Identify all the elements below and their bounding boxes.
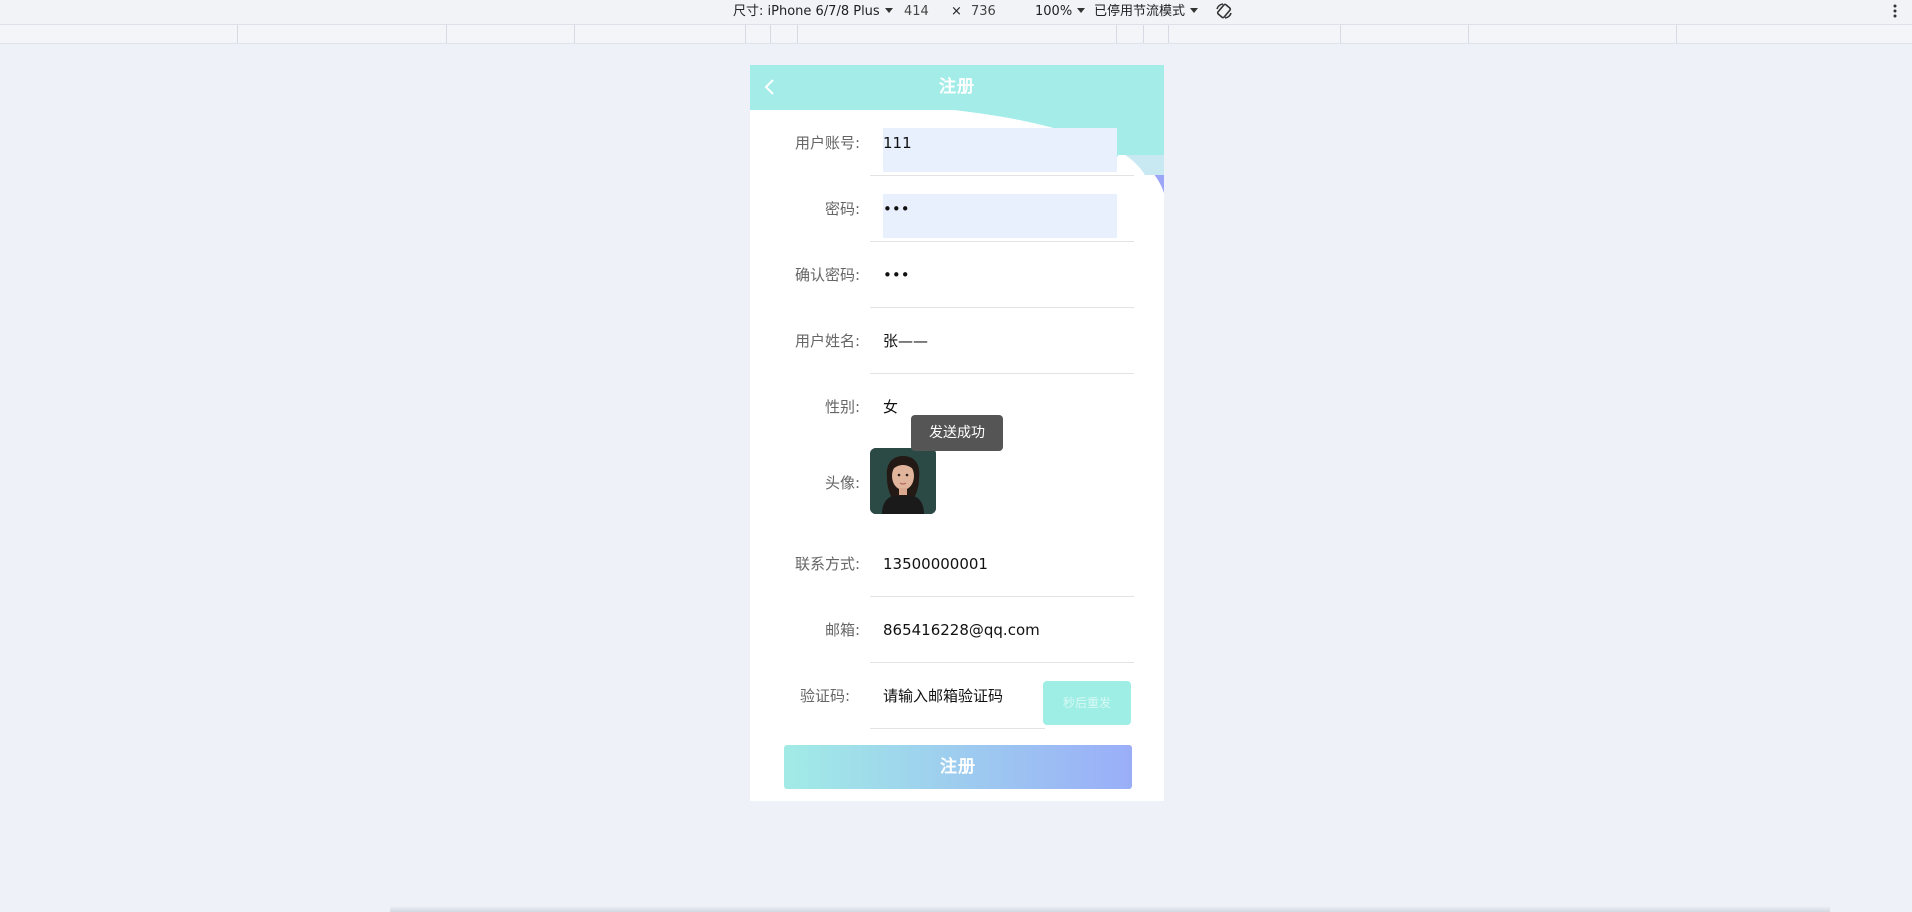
contact-input[interactable]: 13500000001: [870, 531, 1134, 597]
form-row-avatar: 头像:: [750, 440, 1164, 526]
avatar-image: [870, 448, 936, 514]
name-label: 用户姓名:: [794, 332, 860, 350]
phone-screen: 注册 用户账号: 111 密码: ••• 确认密码: ••• 用户姓名: 张——…: [750, 65, 1164, 801]
more-options-icon[interactable]: [1892, 2, 1898, 20]
device-height-input[interactable]: 736: [971, 3, 996, 21]
rotate-icon[interactable]: [1214, 1, 1234, 21]
account-value: 111: [883, 134, 912, 152]
contact-value: 13500000001: [883, 555, 988, 573]
form-row-email: 邮箱: 865416228@qq.com: [750, 597, 1164, 663]
account-input[interactable]: 111: [870, 110, 1134, 176]
password-label: 密码:: [824, 200, 860, 218]
device-width-input[interactable]: 414: [904, 3, 929, 21]
throttle-select[interactable]: 已停用节流模式: [1094, 3, 1199, 21]
dimension-times: ×: [951, 4, 962, 19]
device-size-label: 尺寸: iPhone 6/7/8 Plus: [733, 4, 880, 19]
code-placeholder: 请输入邮箱验证码: [883, 687, 1004, 705]
password-input[interactable]: •••: [870, 176, 1134, 242]
toast-message: 发送成功: [911, 415, 1003, 451]
autofill-background: [883, 128, 1117, 172]
gender-label: 性别:: [824, 398, 860, 416]
page-title: 注册: [939, 77, 975, 97]
media-query-ruler[interactable]: [0, 25, 1912, 44]
name-value: 张——: [883, 332, 929, 350]
autofill-background: [883, 194, 1117, 238]
resend-code-button[interactable]: 秒后重发: [1043, 681, 1131, 725]
devtools-device-toolbar: 尺寸: iPhone 6/7/8 Plus 414 × 736 100% 已停用…: [0, 0, 1912, 25]
email-label: 邮箱:: [824, 621, 860, 639]
email-input[interactable]: 865416228@qq.com: [870, 597, 1134, 663]
confirm-password-input[interactable]: •••: [870, 242, 1134, 308]
throttle-label: 已停用节流模式: [1094, 4, 1186, 19]
dropdown-caret-icon: [884, 8, 893, 13]
confirm-password-label: 确认密码:: [794, 266, 860, 284]
zoom-select[interactable]: 100%: [1035, 3, 1086, 21]
gender-value: 女: [883, 398, 899, 416]
zoom-label: 100%: [1035, 4, 1073, 19]
code-input[interactable]: 请输入邮箱验证码: [870, 663, 1045, 729]
contact-label: 联系方式:: [794, 555, 860, 573]
confirm-password-value: •••: [883, 266, 910, 284]
email-value: 865416228@qq.com: [883, 621, 1040, 639]
form-row-password: 密码: •••: [750, 176, 1164, 242]
code-label: 验证码:: [799, 687, 850, 705]
form-row-code: 验证码: 请输入邮箱验证码 秒后重发: [750, 663, 1164, 729]
device-select[interactable]: 尺寸: iPhone 6/7/8 Plus: [733, 3, 893, 21]
page-bottom-shadow: [390, 906, 1830, 912]
dropdown-caret-icon: [1077, 8, 1086, 13]
register-button[interactable]: 注册: [784, 745, 1132, 789]
form-row-account: 用户账号: 111: [750, 110, 1164, 176]
avatar-label: 头像:: [824, 474, 860, 492]
form-row-name: 用户姓名: 张——: [750, 308, 1164, 374]
dropdown-caret-icon: [1190, 8, 1199, 13]
form-row-contact: 联系方式: 13500000001: [750, 531, 1164, 597]
app-header: 注册: [750, 65, 1164, 110]
name-input[interactable]: 张——: [870, 308, 1134, 374]
avatar-upload[interactable]: [870, 448, 936, 514]
form-row-confirm-password: 确认密码: •••: [750, 242, 1164, 308]
password-value: •••: [883, 200, 910, 218]
account-label: 用户账号:: [794, 134, 860, 152]
